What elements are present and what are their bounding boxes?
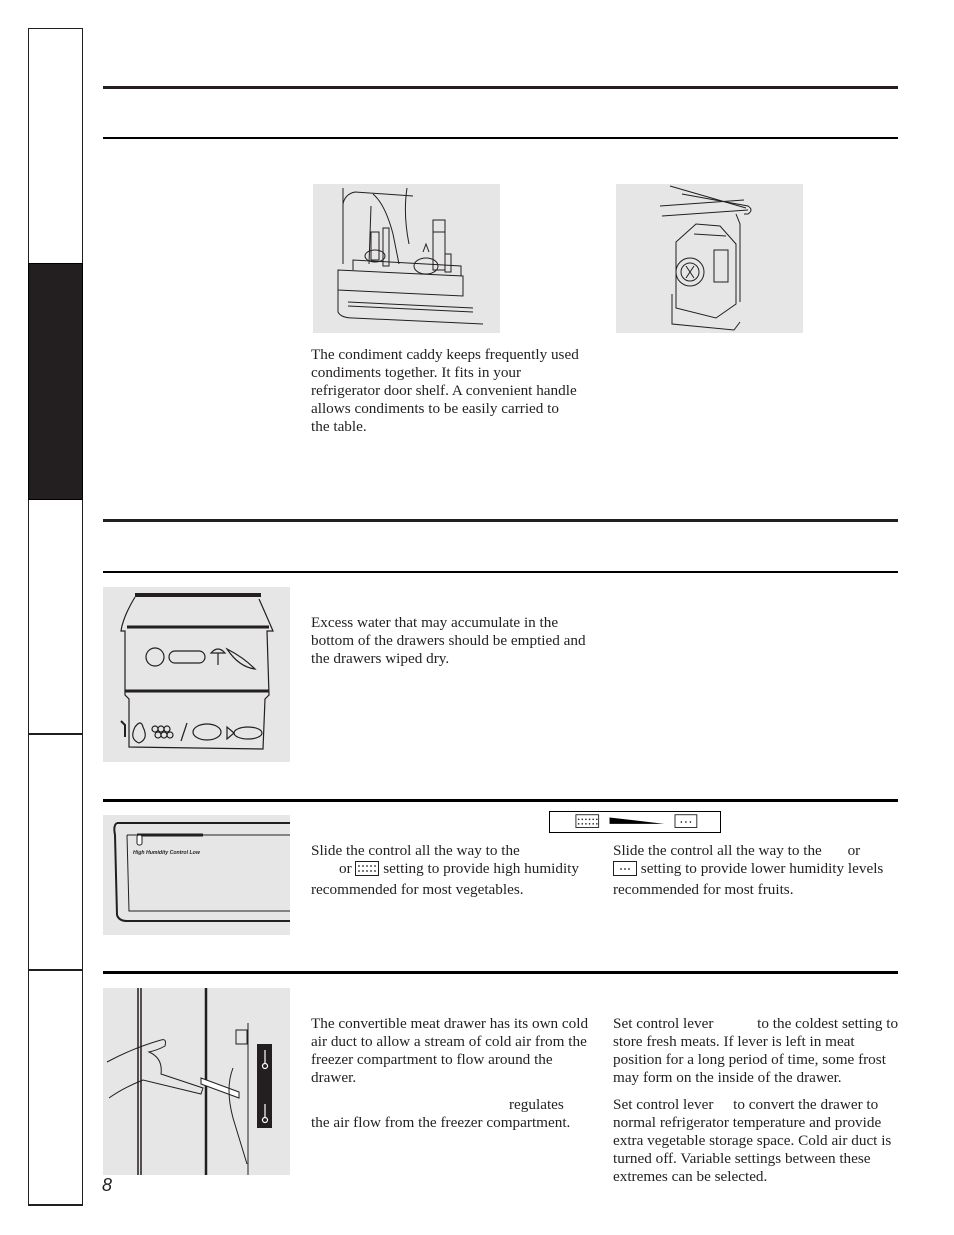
side-tab-4[interactable] [28,733,83,969]
side-tab-1[interactable] [28,28,83,264]
humidity-gradient-wedge [609,817,665,824]
door-bin-dispenser-illustration [616,184,803,333]
section-rule [103,571,898,573]
section-rule-top [103,86,898,89]
high-humidity-instructions: Slide the control all the way to the or … [311,842,579,898]
section-rule-humidity [103,799,898,802]
side-tab-5[interactable] [28,969,83,1206]
high-humidity-icon [575,814,600,828]
meat-drawer-airflow-text: regulates the air flow from the freezer … [311,1096,571,1131]
humidity-scale [549,811,721,833]
meat-drawer-description: The convertible meat drawer has its own … [311,1015,589,1086]
low-humidity-icon [674,814,698,828]
meat-drawer-control-lever-illustration [103,988,290,1175]
humidity-panel-label: High Humidity Control Low [133,850,201,856]
section-rule-drawers [103,519,898,522]
low-humidity-icon [613,861,637,881]
side-tab-3[interactable] [28,500,83,733]
humidity-control-panel-illustration: High Humidity Control Low [103,815,290,935]
page-number: 8 [102,1175,113,1195]
side-tab-2-active[interactable] [28,263,83,500]
high-humidity-icon [355,861,380,881]
condiment-caddy-illustration [313,184,500,333]
meat-setting-instructions: Set control lever to the coldest setting… [613,1015,899,1086]
vegetable-setting-instructions: Set control lever to convert the drawer … [613,1096,892,1185]
drawers-water-description: Excess water that may accumulate in the … [311,614,586,667]
crisper-drawers-illustration [103,587,290,762]
low-humidity-instructions: Slide the control all the way to the or … [613,842,884,898]
section-rule-meat-drawer [103,971,898,974]
condiment-caddy-description: The condiment caddy keeps frequently use… [311,346,579,435]
section-rule [103,137,898,139]
